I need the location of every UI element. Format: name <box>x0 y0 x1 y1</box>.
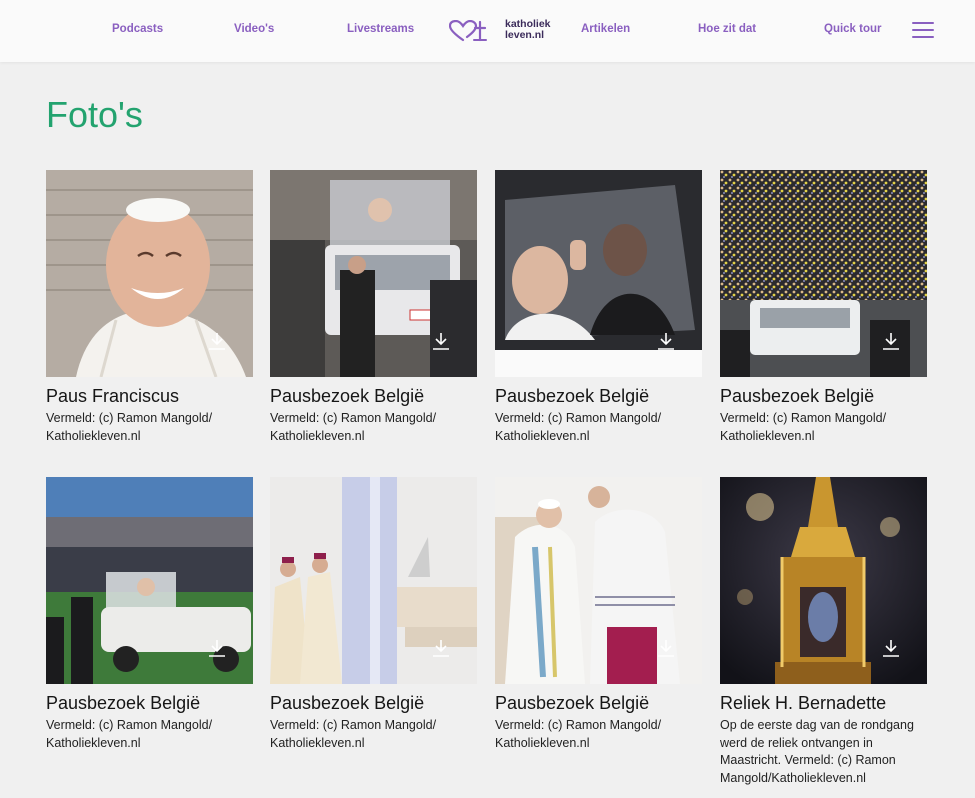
download-icon[interactable] <box>208 332 226 350</box>
logo-line-1: katholiek <box>505 18 551 30</box>
nav-link-podcasts[interactable]: Podcasts <box>112 23 163 35</box>
nav-link-quick-tour[interactable]: Quick tour <box>824 23 882 35</box>
photo-thumbnail[interactable] <box>495 477 702 684</box>
nav-link-livestreams[interactable]: Livestreams <box>347 23 414 35</box>
logo-line-2: leven.nl <box>505 28 545 41</box>
photo-caption: Vermeld: (c) Ramon Mangold/ Katholieklev… <box>495 411 662 443</box>
photo-card: Pausbezoek België Vermeld: (c) Ramon Man… <box>720 170 927 445</box>
download-icon[interactable] <box>657 332 675 350</box>
photo-title: Paus Franciscus <box>46 386 180 406</box>
photo-title: Reliek H. Bernadette <box>720 693 887 713</box>
photo-title: Pausbezoek België <box>720 386 875 406</box>
photo-title: Pausbezoek België <box>270 386 425 406</box>
photo-thumbnail[interactable] <box>270 170 477 377</box>
photo-thumbnail[interactable] <box>495 170 702 377</box>
photo-thumbnail[interactable] <box>46 477 253 684</box>
hamburger-menu-icon[interactable] <box>912 22 934 38</box>
download-icon[interactable] <box>657 639 675 657</box>
nav-link-videos[interactable]: Video's <box>234 23 274 35</box>
photo-thumbnail[interactable] <box>720 477 927 684</box>
photo-title: Pausbezoek België <box>495 386 650 406</box>
photo-thumbnail[interactable] <box>46 170 253 377</box>
photo-card: Reliek H. Bernadette Op de eerste dag va… <box>720 477 927 787</box>
download-icon[interactable] <box>882 639 900 657</box>
page-title: Foto's <box>46 94 143 135</box>
top-navigation-bar: Podcasts Video's Livestreams katholiek l… <box>0 0 975 62</box>
photo-caption: Vermeld: (c) Ramon Mangold/ Katholieklev… <box>720 411 887 443</box>
photo-thumbnail[interactable] <box>720 170 927 377</box>
photo-card: Pausbezoek België Vermeld: (c) Ramon Man… <box>46 477 253 752</box>
nav-link-artikelen[interactable]: Artikelen <box>581 23 630 35</box>
photo-card: Paus Franciscus Vermeld: (c) Ramon Mango… <box>46 170 253 445</box>
photo-caption: Vermeld: (c) Ramon Mangold/ Katholieklev… <box>495 718 662 750</box>
download-icon[interactable] <box>432 332 450 350</box>
photo-card: Pausbezoek België Vermeld: (c) Ramon Man… <box>270 477 477 752</box>
photo-card: Pausbezoek België Vermeld: (c) Ramon Man… <box>270 170 477 445</box>
heart-cross-logo-icon <box>449 20 487 42</box>
photo-caption: Vermeld: (c) Ramon Mangold/ Katholieklev… <box>270 411 437 443</box>
download-icon[interactable] <box>432 639 450 657</box>
photo-card: Pausbezoek België Vermeld: (c) Ramon Man… <box>495 477 702 752</box>
photo-caption: Vermeld: (c) Ramon Mangold/ Katholieklev… <box>270 718 437 750</box>
photo-title: Pausbezoek België <box>46 693 201 713</box>
photo-caption: Vermeld: (c) Ramon Mangold/ Katholieklev… <box>46 411 213 443</box>
logo-wordmark: katholiek leven.nl <box>505 19 551 40</box>
photo-card: Pausbezoek België Vermeld: (c) Ramon Man… <box>495 170 702 445</box>
photo-caption: Vermeld: (c) Ramon Mangold/ Katholieklev… <box>46 718 213 750</box>
download-icon[interactable] <box>208 639 226 657</box>
photo-title: Pausbezoek België <box>270 693 425 713</box>
photo-caption: Op de eerste dag van de rondgang werd de… <box>720 718 914 785</box>
download-icon[interactable] <box>882 332 900 350</box>
photo-thumbnail[interactable] <box>270 477 477 684</box>
site-logo[interactable]: katholiek leven.nl <box>449 17 551 45</box>
photo-title: Pausbezoek België <box>495 693 650 713</box>
nav-link-hoe-zit-dat[interactable]: Hoe zit dat <box>698 23 756 35</box>
